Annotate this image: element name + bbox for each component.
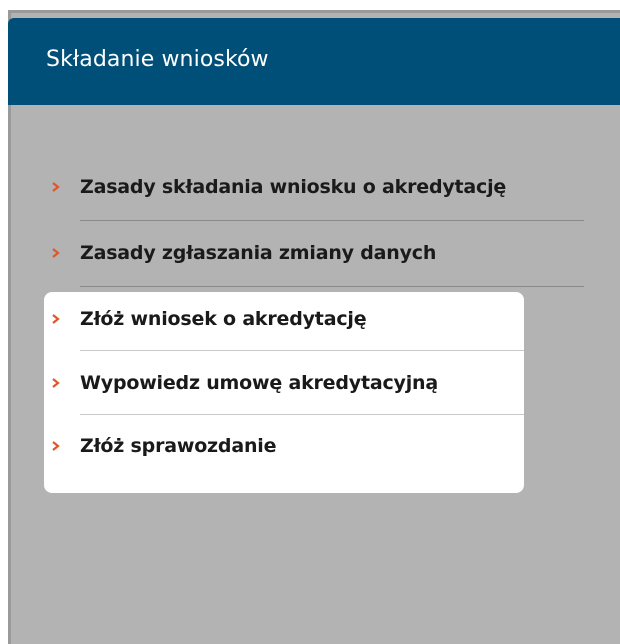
chevron-right-icon	[50, 440, 62, 452]
menu-item-data-change-rules[interactable]: Zasady zgłaszania zmiany danych	[50, 221, 584, 285]
menu-item-terminate-agreement[interactable]: Wypowiedz umowę akredytacyjną	[50, 351, 584, 415]
page-frame: Składanie wniosków Zasady składania wnio…	[0, 0, 620, 644]
chevron-right-icon	[50, 313, 62, 325]
menu-item-submit-application[interactable]: Złóż wniosek o akredytację	[50, 287, 584, 351]
menu-item-submit-report[interactable]: Złóż sprawozdanie	[50, 414, 584, 478]
menu-item-accreditation-rules[interactable]: Zasady składania wniosku o akredytację	[50, 155, 584, 219]
menu-item-label: Wypowiedz umowę akredytacyjną	[80, 372, 438, 394]
chevron-right-icon	[50, 377, 62, 389]
chevron-right-icon	[50, 247, 62, 259]
menu-item-label: Złóż wniosek o akredytację	[80, 308, 367, 330]
menu-item-label: Zasady zgłaszania zmiany danych	[80, 242, 437, 264]
chevron-right-icon	[50, 181, 62, 193]
menu-item-label: Zasady składania wniosku o akredytację	[80, 176, 507, 198]
menu-item-label: Złóż sprawozdanie	[80, 435, 277, 457]
menu-list: Zasady składania wniosku o akredytację Z…	[0, 0, 620, 644]
